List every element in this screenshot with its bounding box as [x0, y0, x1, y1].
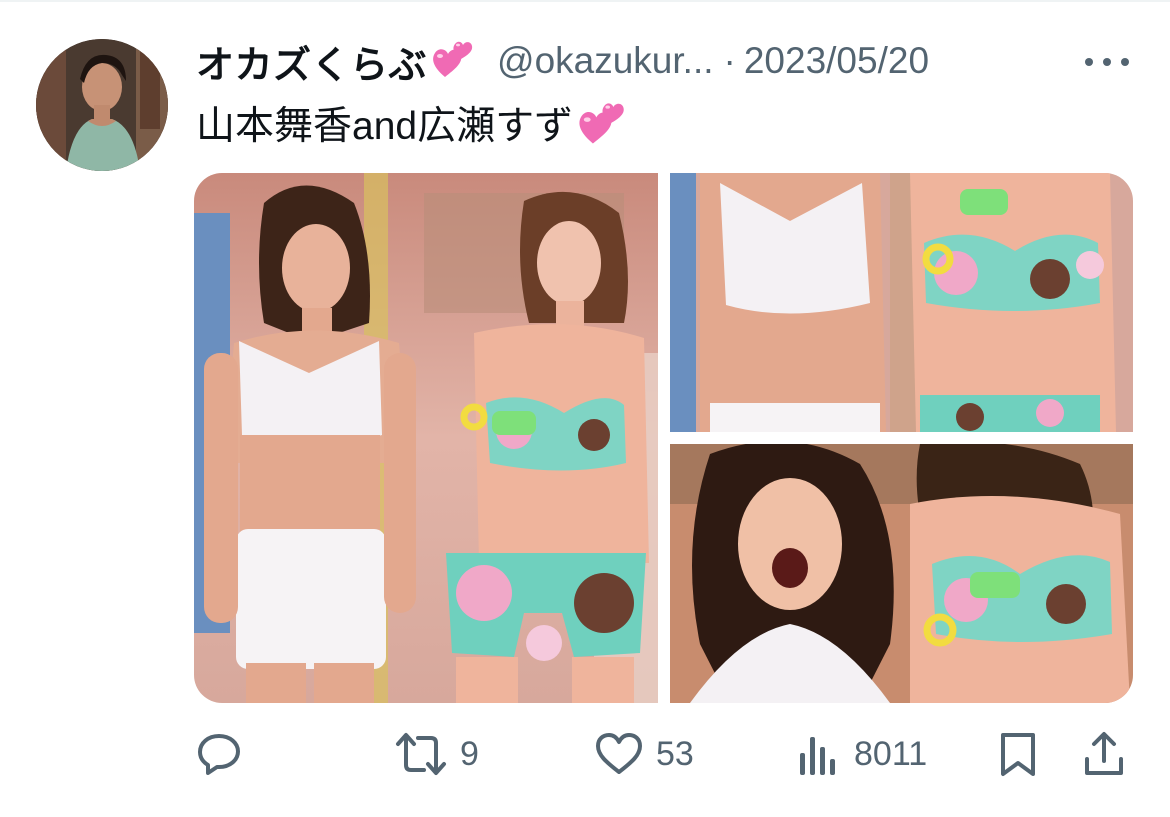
media-grid: [194, 173, 1133, 703]
share-button[interactable]: [1082, 722, 1126, 786]
views-chart-icon: [796, 729, 842, 779]
views-button[interactable]: 8011: [796, 722, 927, 786]
two-hearts-emoji-icon: [577, 100, 627, 146]
tweet-photo-2[interactable]: [670, 173, 1133, 432]
two-hearts-emoji-icon: [431, 39, 475, 79]
more-horizontal-icon[interactable]: [1085, 56, 1129, 68]
tweet-header: オカズくらぶ @okazukur... · 2023/05/20: [196, 34, 929, 89]
tweet-photo-3[interactable]: [670, 444, 1133, 703]
divider: [0, 0, 1170, 2]
separator-dot: ·: [723, 40, 736, 81]
like-button[interactable]: 53: [594, 722, 694, 786]
reply-icon: [194, 729, 244, 779]
tweet-text: 山本舞香and広瀬すず: [196, 105, 574, 148]
share-icon: [1082, 729, 1126, 779]
retweet-button[interactable]: 9: [394, 722, 479, 786]
bookmark-icon: [996, 729, 1040, 779]
view-count: 8011: [854, 734, 928, 773]
tweet-actions: 9 53 8011: [0, 722, 1170, 786]
tweet-photo-1[interactable]: [194, 173, 658, 703]
retweet-count: 9: [460, 734, 479, 773]
tweet-card[interactable]: オカズくらぶ @okazukur... · 2023/05/20 山本舞香and…: [0, 0, 1170, 817]
display-name[interactable]: オカズくらぶ: [196, 34, 427, 89]
user-handle[interactable]: @okazukur...: [497, 40, 714, 82]
retweet-icon: [394, 729, 448, 779]
avatar[interactable]: [36, 39, 168, 171]
bookmark-button[interactable]: [996, 722, 1040, 786]
tweet-text-row: 山本舞香and広瀬すず: [196, 96, 627, 150]
heart-icon: [594, 729, 644, 779]
like-count: 53: [656, 734, 694, 773]
reply-button[interactable]: [194, 722, 256, 786]
tweet-date[interactable]: 2023/05/20: [744, 40, 929, 82]
